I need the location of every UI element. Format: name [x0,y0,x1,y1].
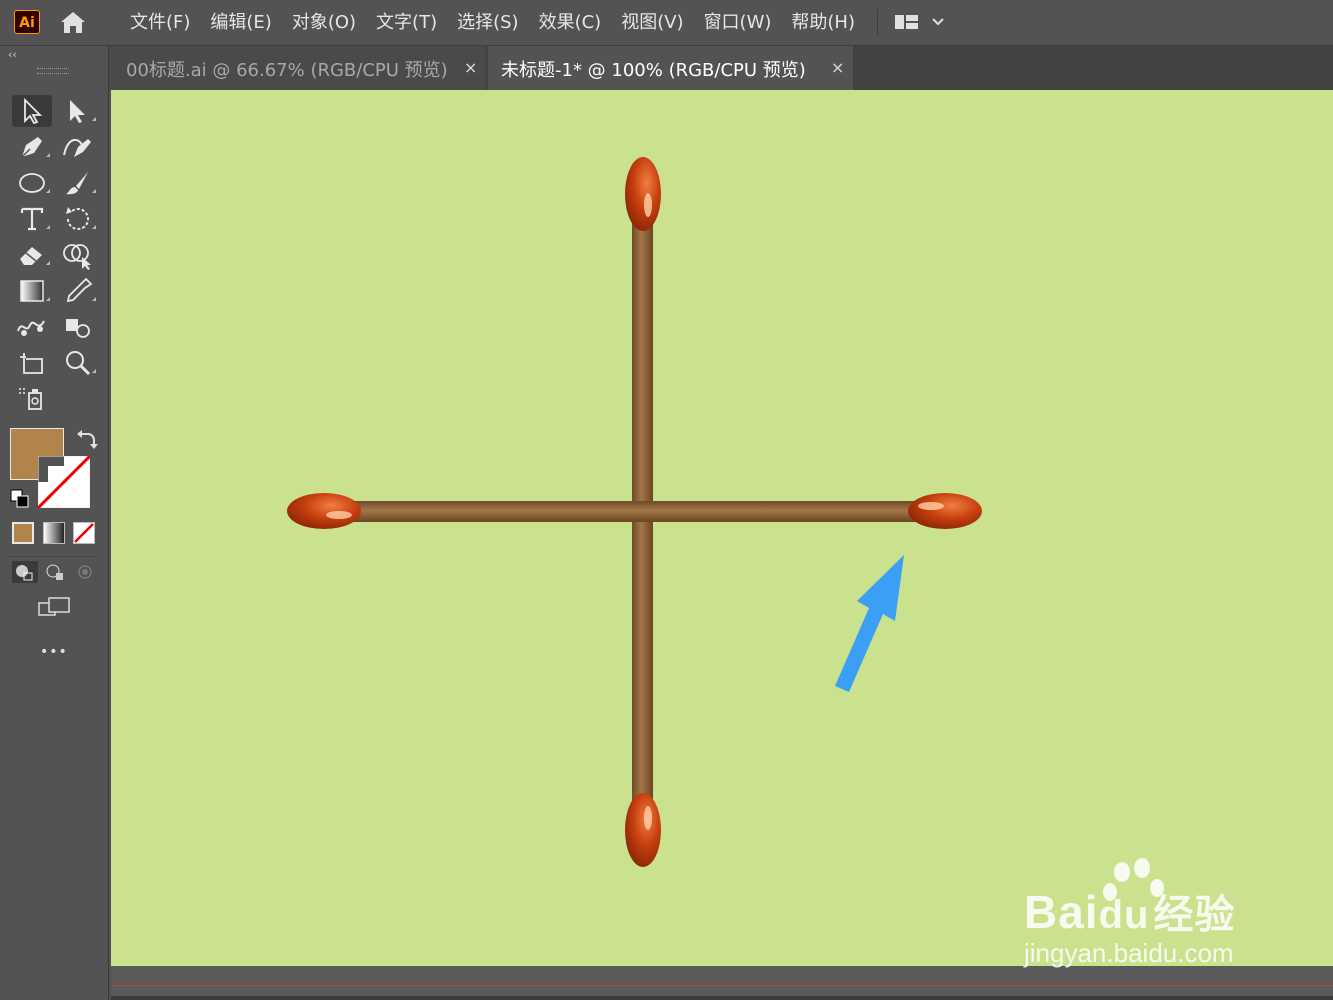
rotate-tool-icon[interactable] [58,203,98,235]
default-fill-stroke-icon[interactable] [10,489,30,509]
draw-behind-icon[interactable] [42,561,68,583]
color-mode-button[interactable] [12,522,34,544]
pointer-arrow [835,555,904,692]
menu-bar: Ai 文件(F) 编辑(E) 对象(O) 文字(T) 选择(S) 效果(C) 视… [0,0,1333,46]
menu-window[interactable]: 窗口(W) [694,0,782,45]
main-menu: 文件(F) 编辑(E) 对象(O) 文字(T) 选择(S) 效果(C) 视图(V… [120,0,865,45]
menu-file[interactable]: 文件(F) [120,0,200,45]
horizontal-matchstick[interactable] [341,501,921,522]
more-tools-icon[interactable]: ••• [40,644,68,660]
tab-label: 未标题-1* @ 100% (RGB/CPU 预览) [501,60,806,81]
draw-inside-icon[interactable] [72,561,98,583]
direct-selection-tool-icon[interactable] [58,95,98,127]
symbol-sprayer-tool-icon[interactable] [12,383,52,415]
watermark-brand: Baidu 经验 [1024,886,1236,938]
chevron-down-icon [932,18,944,26]
gradient-tool-icon[interactable] [12,275,52,307]
watermark-url: jingyan.baidu.com [1024,938,1234,968]
collapse-panel-icon[interactable]: ‹‹ [8,48,17,61]
tab-untitled-1[interactable]: 未标题-1* @ 100% (RGB/CPU 预览) × [488,46,853,90]
menu-edit[interactable]: 编辑(E) [200,0,281,45]
zoom-tool-icon[interactable] [58,347,98,379]
gradient-mode-button[interactable] [43,522,65,544]
paintbrush-tool-icon[interactable] [58,167,98,199]
menu-type[interactable]: 文字(T) [366,0,447,45]
document-tabs: 00标题.ai @ 66.67% (RGB/CPU 预览) × 未标题-1* @… [109,46,1333,90]
artboard-canvas[interactable] [111,90,1333,966]
match-head-bottom[interactable] [625,793,661,867]
match-head-top[interactable] [625,157,661,231]
app-logo: Ai [14,10,40,34]
menu-select[interactable]: 选择(S) [447,0,528,45]
artwork [287,157,982,867]
drawing-modes [10,556,98,585]
live-paint-tool-icon[interactable] [58,311,98,343]
draw-normal-icon[interactable] [12,561,38,583]
close-icon[interactable]: × [831,58,844,77]
type-tool-icon[interactable] [12,203,52,235]
home-icon[interactable] [58,9,88,35]
match-head-left[interactable] [287,493,361,529]
tab-label: 00标题.ai @ 66.67% (RGB/CPU 预览) [126,60,448,81]
eyedropper-tool-icon[interactable] [58,275,98,307]
close-icon[interactable]: × [464,58,477,77]
ellipse-tool-icon[interactable] [12,167,52,199]
menu-view[interactable]: 视图(V) [611,0,693,45]
match-head-right[interactable] [908,493,982,529]
panel-grip[interactable] [37,68,69,74]
artboard-tool-icon[interactable] [12,347,52,379]
screen-mode-icon[interactable] [36,594,72,622]
menu-separator [877,9,878,35]
tools-panel: ‹‹ ••• [0,46,109,1000]
pen-tool-icon[interactable] [12,131,52,163]
stroke-color-swatch[interactable] [36,454,92,510]
blend-tool-icon[interactable] [12,311,52,343]
shape-builder-tool-icon[interactable] [58,239,98,271]
selection-tool-icon[interactable] [12,95,52,127]
menu-object[interactable]: 对象(O) [282,0,366,45]
menu-help[interactable]: 帮助(H) [781,0,865,45]
workspace-switcher[interactable] [893,12,953,32]
tab-00-ai[interactable]: 00标题.ai @ 66.67% (RGB/CPU 预览) × [109,46,486,90]
eraser-tool-icon[interactable] [12,239,52,271]
baidu-watermark: Baidu 经验 jingyan.baidu.com [1020,858,1270,973]
swap-fill-stroke-icon[interactable] [74,428,98,450]
curvature-tool-icon[interactable] [58,131,98,163]
menu-effect[interactable]: 效果(C) [529,0,612,45]
none-mode-button[interactable] [73,522,95,544]
